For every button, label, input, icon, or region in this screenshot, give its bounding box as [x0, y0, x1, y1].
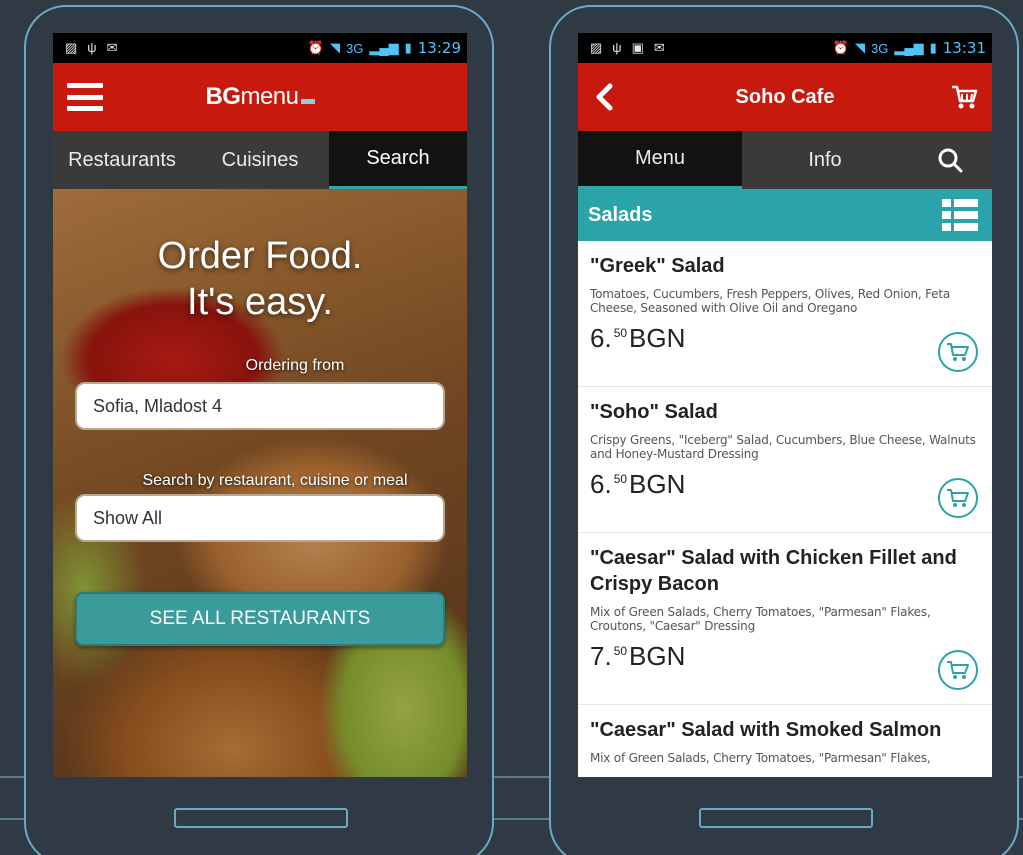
logo-light: menu [240, 83, 299, 110]
hero-title-line1: Order Food. [157, 235, 363, 277]
price-decimal: 50 [613, 472, 628, 486]
tab-menu[interactable]: Menu [578, 131, 742, 189]
add-to-cart-button[interactable] [938, 478, 978, 518]
hero-title: Order Food. It's easy. [53, 233, 467, 325]
network-type: 3G [871, 40, 889, 56]
add-to-cart-icon [947, 343, 969, 361]
search-icon [938, 148, 963, 173]
hero-title-line2: It's easy. [187, 281, 333, 323]
menu-item-description: Crispy Greens, "Iceberg" Salad, Cucumber… [590, 433, 976, 461]
signal-icon: ▂▄▆ [369, 40, 399, 55]
price-currency: BGN [629, 641, 686, 671]
menu-item-price: 7. 50BGN [590, 641, 980, 681]
hamburger-menu-icon[interactable] [67, 83, 103, 111]
status-system-icons: ⏰ ◥ 3G ▂▄▆ ▮ 13:29 [308, 39, 461, 57]
alarm-icon: ⏰ [307, 40, 325, 55]
home-button[interactable] [699, 808, 873, 828]
tab-search[interactable]: Search [329, 131, 467, 189]
home-button[interactable] [174, 808, 348, 828]
see-all-restaurants-button[interactable]: SEE ALL RESTAURANTS [75, 592, 445, 646]
usb-icon: ψ [87, 40, 97, 55]
location-field[interactable] [75, 382, 445, 430]
add-to-cart-button[interactable] [938, 332, 978, 372]
restaurant-title: Soho Cafe [735, 85, 835, 108]
phone-frame-right: ▨ ψ ▣ ✉ ⏰ ◥ 3G ▂▄▆ ▮ 13:31 Soho Cafe Men… [549, 5, 1019, 855]
battery-icon: ▮ [404, 40, 412, 55]
category-title: Salads [588, 203, 653, 226]
battery-icon: ▮ [929, 40, 937, 55]
tab-restaurants[interactable]: Restaurants [53, 131, 191, 189]
signal-icon: ▂▄▆ [894, 40, 924, 55]
menu-item-title: "Soho" Salad [590, 401, 718, 423]
price-currency: BGN [629, 469, 686, 499]
mail-icon: ✉ [653, 40, 665, 55]
menu-item[interactable]: "Soho" Salad Crispy Greens, "Iceberg" Sa… [578, 387, 992, 533]
back-arrow-icon[interactable] [592, 83, 618, 111]
menu-item-title: "Caesar" Salad with Smoked Salmon [590, 719, 942, 741]
menu-item-description: Mix of Green Salads, Cherry Tomatoes, "P… [590, 751, 931, 765]
search-label: Search by restaurant, cuisine or meal [142, 472, 408, 489]
mail-icon: ✉ [106, 40, 118, 55]
menu-item-price: 6. 50BGN [590, 469, 980, 509]
price-integer: 6. [590, 469, 612, 499]
phone-screen-left: ▨ ψ ✉ ⏰ ◥ 3G ▂▄▆ ▮ 13:29 BGmenu Restaura… [53, 33, 467, 777]
logo-bold: BG [205, 83, 241, 110]
price-integer: 7. [590, 641, 612, 671]
status-system-icons: ⏰ ◥ 3G ▂▄▆ ▮ 13:31 [833, 39, 986, 57]
image-icon: ▣ [631, 40, 644, 55]
status-bar: ▨ ψ ✉ ⏰ ◥ 3G ▂▄▆ ▮ 13:29 [53, 33, 467, 63]
price-currency: BGN [629, 323, 686, 353]
phone-frame-left: ▨ ψ ✉ ⏰ ◥ 3G ▂▄▆ ▮ 13:29 BGmenu Restaura… [24, 5, 494, 855]
location-input[interactable] [93, 395, 443, 417]
add-to-cart-icon [947, 489, 969, 507]
menu-item[interactable]: "Caesar" Salad with Smoked Salmon Mix of… [578, 705, 992, 777]
status-notification-icons: ▨ ψ ✉ [65, 40, 117, 56]
price-decimal: 50 [613, 326, 628, 340]
menu-list: "Greek" Salad Tomatoes, Cucumbers, Fresh… [578, 241, 992, 777]
wifi-icon: ◥ [330, 40, 341, 55]
wifi-icon: ◥ [855, 40, 866, 55]
price-decimal: 50 [613, 644, 628, 658]
status-time: 13:29 [417, 39, 461, 57]
app-logo: BGmenu [205, 83, 315, 111]
logo-accent-icon [300, 99, 315, 104]
menu-item[interactable]: "Caesar" Salad with Chicken Fillet and C… [578, 533, 992, 705]
menu-item-title: "Greek" Salad [590, 255, 725, 277]
tab-search[interactable] [908, 131, 992, 189]
gallery-notification-icon: ▨ [590, 40, 603, 55]
search-select[interactable]: Show All [75, 494, 445, 542]
status-bar: ▨ ψ ▣ ✉ ⏰ ◥ 3G ▂▄▆ ▮ 13:31 [578, 33, 992, 63]
tab-cuisines[interactable]: Cuisines [191, 131, 329, 189]
price-integer: 6. [590, 323, 612, 353]
menu-item[interactable]: "Greek" Salad Tomatoes, Cucumbers, Fresh… [578, 241, 992, 387]
category-list-icon[interactable] [942, 199, 978, 231]
add-to-cart-button[interactable] [938, 650, 978, 690]
shopping-cart-icon[interactable] [950, 83, 978, 111]
menu-item-price: 6. 50BGN [590, 323, 980, 363]
status-time: 13:31 [942, 39, 986, 57]
tab-info[interactable]: Info [742, 131, 908, 189]
hero-food-background: Order Food. It's easy. Ordering from Sea… [53, 189, 467, 777]
restaurant-tabs: Menu Info [578, 131, 992, 189]
add-to-cart-icon [947, 661, 969, 679]
menu-item-description: Mix of Green Salads, Cherry Tomatoes, "P… [590, 605, 931, 633]
gallery-notification-icon: ▨ [65, 40, 78, 55]
ordering-from-label: Ordering from [245, 357, 345, 374]
app-header: BGmenu [53, 63, 467, 131]
alarm-icon: ⏰ [832, 40, 850, 55]
menu-item-title: "Caesar" Salad with Chicken Fillet and C… [590, 547, 957, 595]
status-notification-icons: ▨ ψ ▣ ✉ [590, 40, 665, 56]
category-header: Salads [578, 189, 992, 241]
app-header: Soho Cafe [578, 63, 992, 131]
phone-screen-right: ▨ ψ ▣ ✉ ⏰ ◥ 3G ▂▄▆ ▮ 13:31 Soho Cafe Men… [578, 33, 992, 777]
network-type: 3G [346, 40, 364, 56]
usb-icon: ψ [612, 40, 622, 55]
main-tabs: Restaurants Cuisines Search [53, 131, 467, 189]
menu-item-description: Tomatoes, Cucumbers, Fresh Peppers, Oliv… [590, 287, 950, 315]
